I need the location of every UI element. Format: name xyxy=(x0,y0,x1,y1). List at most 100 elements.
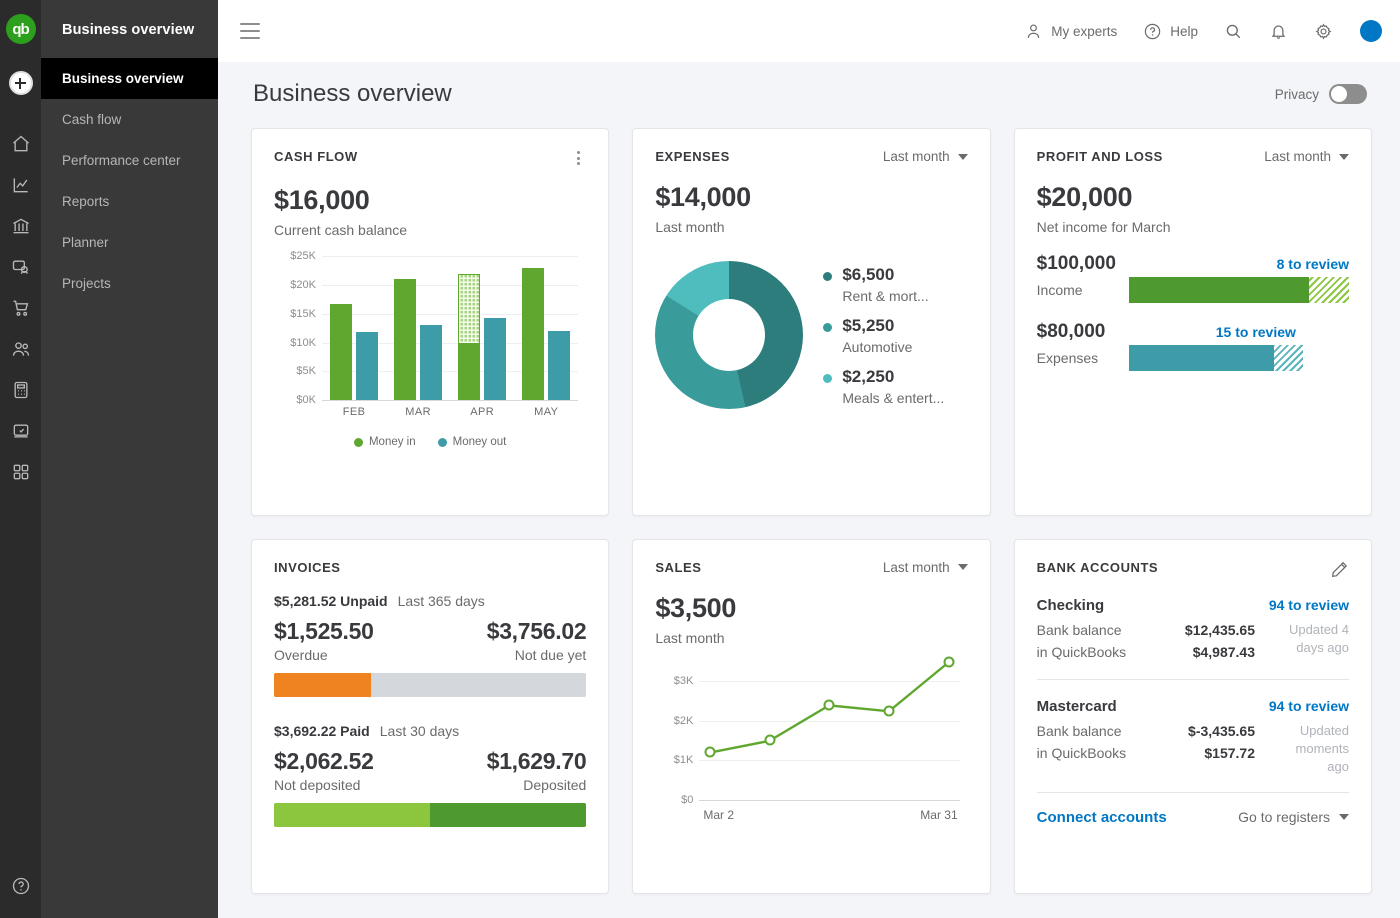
gridline: $0 xyxy=(699,800,959,801)
cash-flow-header: Cash flow xyxy=(274,149,586,167)
icon-rail: qb xyxy=(0,0,41,918)
x-axis-tick: FEB xyxy=(343,406,366,418)
qb-balance-value: $4,987.43 xyxy=(1185,641,1255,663)
sidebar-item-cash-flow[interactable]: Cash flow xyxy=(41,99,218,140)
hamburger-menu-icon[interactable] xyxy=(240,23,260,39)
help-circle-icon[interactable] xyxy=(0,865,41,906)
sales-icon[interactable] xyxy=(0,246,41,287)
expenses-legend: $6,500 Rent & mort... $5,250 Automotive xyxy=(823,265,944,406)
cart-icon[interactable] xyxy=(0,287,41,328)
more-options-icon[interactable] xyxy=(571,149,586,167)
y-axis-tick: $5K xyxy=(296,365,316,377)
invoices-header: Invoices xyxy=(274,560,586,575)
my-experts-button[interactable]: My experts xyxy=(1013,14,1128,49)
profit-loss-expenses-row: $80,000 15 to review Expenses xyxy=(1037,321,1349,371)
home-icon[interactable] xyxy=(0,123,41,164)
person-icon xyxy=(1024,22,1043,41)
paid-bar-deposited xyxy=(430,803,586,827)
connect-accounts-link[interactable]: Connect accounts xyxy=(1037,809,1167,826)
bar-money-out[interactable] xyxy=(484,318,506,400)
y-axis-tick: $0K xyxy=(296,394,316,406)
sidebar-item-projects[interactable]: Projects xyxy=(41,263,218,304)
bar-group xyxy=(394,256,442,400)
expenses-chart: $6,500 Rent & mort... $5,250 Automotive xyxy=(655,261,967,409)
gridline: $0K xyxy=(322,400,578,401)
expenses-legend-item[interactable]: $2,250 Meals & entert... xyxy=(823,367,944,406)
expenses-label: Expenses xyxy=(1037,350,1115,366)
paid-bar[interactable] xyxy=(274,803,586,827)
my-experts-label: My experts xyxy=(1051,24,1117,39)
qb-balance-label: in QuickBooks xyxy=(1037,641,1126,663)
notifications-button[interactable] xyxy=(1258,14,1299,49)
cash-flow-chart: $25K$20K$15K$10K$5K$0K FEBMARAPRMAY xyxy=(274,256,586,428)
bar-money-out[interactable] xyxy=(356,332,378,400)
unpaid-bar[interactable] xyxy=(274,673,586,697)
expenses-item-category: Meals & entert... xyxy=(842,390,944,406)
profit-loss-period-dropdown[interactable]: Last month xyxy=(1264,149,1349,164)
bank-account-top: Checking 94 to review xyxy=(1037,597,1349,614)
sales-data-point[interactable] xyxy=(944,656,955,667)
paid-bar-not-deposited xyxy=(274,803,430,827)
search-button[interactable] xyxy=(1213,14,1254,49)
quickbooks-logo-icon[interactable]: qb xyxy=(6,14,36,44)
bank-accounts-card: Bank accounts Checking 94 to review xyxy=(1014,539,1372,894)
search-icon xyxy=(1224,22,1243,41)
cash-flow-legend: Money in Money out xyxy=(274,436,586,448)
settings-button[interactable] xyxy=(1303,14,1344,49)
bank-account-review-link[interactable]: 94 to review xyxy=(1269,597,1349,613)
bar-money-in[interactable] xyxy=(458,344,480,400)
bar-money-out[interactable] xyxy=(548,331,570,400)
calculator-icon[interactable] xyxy=(0,369,41,410)
expenses-legend-item[interactable]: $6,500 Rent & mort... xyxy=(823,265,944,304)
bar-projected-money-in[interactable] xyxy=(458,274,480,345)
bank-account-review-link[interactable]: 94 to review xyxy=(1269,698,1349,714)
privacy-toggle[interactable] xyxy=(1329,84,1367,104)
bank-account-labels: Bank balance in QuickBooks xyxy=(1037,619,1126,663)
chart-line-icon[interactable] xyxy=(0,164,41,205)
sales-data-point[interactable] xyxy=(704,747,715,758)
expenses-header: Expenses Last month xyxy=(655,149,967,164)
go-to-registers-dropdown[interactable]: Go to registers xyxy=(1238,809,1349,825)
user-avatar[interactable] xyxy=(1360,20,1382,42)
expenses-legend-item[interactable]: $5,250 Automotive xyxy=(823,316,944,355)
help-button[interactable]: Help xyxy=(1132,14,1209,49)
legend-dot-money-out xyxy=(438,438,447,447)
sales-x-end-label: Mar 31 xyxy=(920,808,957,822)
apps-grid-icon[interactable] xyxy=(0,451,41,492)
bar-money-in[interactable] xyxy=(522,268,544,400)
expenses-donut-chart xyxy=(655,261,803,409)
privacy-label: Privacy xyxy=(1275,87,1319,102)
expenses-bar-hatch xyxy=(1274,345,1303,371)
bank-accounts-title: Bank accounts xyxy=(1037,560,1159,575)
bank-icon[interactable] xyxy=(0,205,41,246)
invoices-unpaid-block: $5,281.52 Unpaid Last 365 days $1,525.50… xyxy=(274,593,586,697)
income-review-link[interactable]: 8 to review xyxy=(1277,256,1349,272)
payments-icon[interactable] xyxy=(0,410,41,451)
sales-data-point[interactable] xyxy=(824,699,835,710)
sidebar-item-planner[interactable]: Planner xyxy=(41,222,218,263)
sales-card: Sales Last month $3,500 Last month $3K$2… xyxy=(632,539,990,894)
sales-data-point[interactable] xyxy=(764,735,775,746)
expenses-subtitle: Last month xyxy=(655,219,967,235)
sidebar-item-business-overview[interactable]: Business overview xyxy=(41,58,218,99)
income-top: $100,000 8 to review xyxy=(1037,253,1349,275)
income-label: Income xyxy=(1037,282,1115,298)
sidebar-item-performance-center[interactable]: Performance center xyxy=(41,140,218,181)
bar-money-in[interactable] xyxy=(394,279,416,400)
bank-accounts-footer: Connect accounts Go to registers xyxy=(1037,809,1349,826)
sales-period-dropdown[interactable]: Last month xyxy=(883,560,968,575)
bank-account-updated: Updated 4 days ago xyxy=(1271,619,1349,663)
edit-pencil-icon[interactable] xyxy=(1330,560,1349,579)
create-new-button[interactable] xyxy=(9,71,33,95)
people-icon[interactable] xyxy=(0,328,41,369)
sidebar-item-reports[interactable]: Reports xyxy=(41,181,218,222)
expenses-period-dropdown[interactable]: Last month xyxy=(883,149,968,164)
unpaid-values: $1,525.50 $3,756.02 xyxy=(274,618,586,645)
expenses-title: Expenses xyxy=(655,149,729,164)
bar-money-in[interactable] xyxy=(330,304,352,400)
sales-data-point[interactable] xyxy=(884,705,895,716)
paid-head: $3,692.22 Paid Last 30 days xyxy=(274,723,586,739)
expenses-review-link[interactable]: 15 to review xyxy=(1216,324,1296,340)
profit-loss-subtitle: Net income for March xyxy=(1037,219,1349,235)
bar-money-out[interactable] xyxy=(420,325,442,400)
